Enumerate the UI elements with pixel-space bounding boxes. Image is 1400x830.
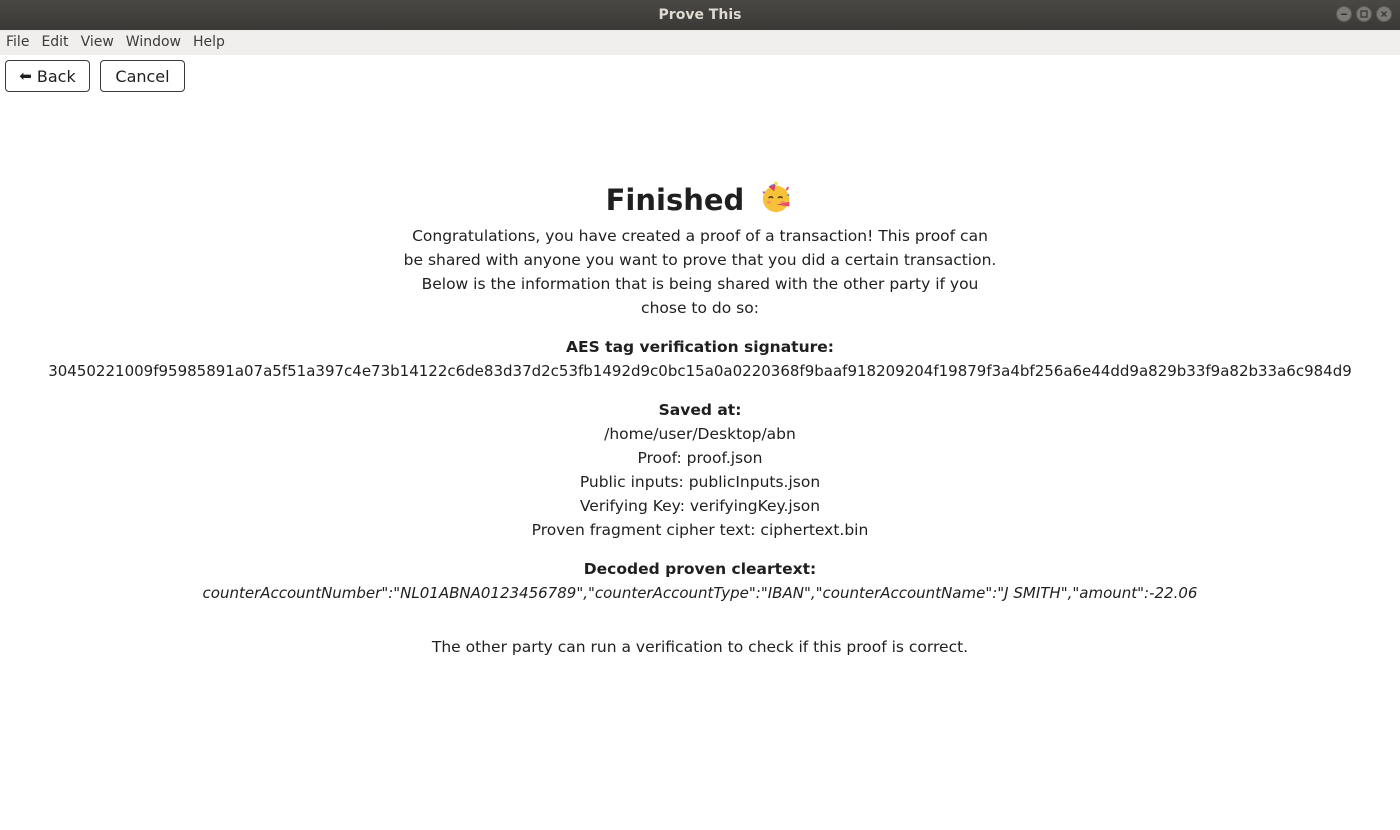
saved-section: Saved at: /home/user/Desktop/abn Proof: … [0,398,1400,542]
verification-note: The other party can run a verification t… [431,638,969,656]
menu-edit[interactable]: Edit [35,30,74,55]
minimize-button[interactable] [1336,6,1352,22]
signature-label: AES tag verification signature: [566,338,834,356]
party-face-icon [763,181,790,213]
page-title-text: Finished [605,183,745,217]
signature-value: 30450221009f95985891a07a5f51a397c4e73b14… [48,362,1352,380]
window-title: Prove This [658,7,742,23]
back-button[interactable]: ⬅ Back [5,60,90,92]
toolbar: ⬅ Back Cancel [0,55,1400,100]
menu-help[interactable]: Help [187,30,231,55]
signature-section: AES tag verification signature: 30450221… [0,335,1400,383]
cancel-button[interactable]: Cancel [100,60,185,92]
decoded-value: counterAccountNumber":"NL01ABNA012345678… [202,584,1198,602]
page-title: Finished [0,180,1400,220]
saved-verifying-key-file: Verifying Key: verifyingKey.json [579,497,821,515]
menu-bar: File Edit View Window Help [0,30,1400,55]
saved-ciphertext-file: Proven fragment cipher text: ciphertext.… [531,521,869,539]
finished-panel: Finished Congratulations, you have creat… [0,180,1400,659]
window-titlebar: Prove This [0,0,1400,30]
intro-text: Congratulations, you have created a proo… [403,227,997,317]
decoded-label: Decoded proven cleartext: [583,560,817,578]
maximize-button[interactable] [1356,6,1372,22]
minimize-icon [1341,13,1347,15]
cancel-button-label: Cancel [115,66,170,86]
saved-label: Saved at: [658,401,742,419]
saved-path: /home/user/Desktop/abn [604,425,796,443]
back-button-label: Back [36,66,76,86]
saved-proof-file: Proof: proof.json [637,449,763,467]
saved-public-inputs-file: Public inputs: publicInputs.json [579,473,821,491]
menu-window[interactable]: Window [120,30,187,55]
close-icon [1381,11,1387,17]
back-arrow-icon: ⬅ [19,67,32,85]
decoded-section: Decoded proven cleartext: counterAccount… [0,557,1400,605]
menu-view[interactable]: View [75,30,120,55]
window-controls [1336,6,1392,22]
maximize-icon [1360,10,1368,18]
menu-file[interactable]: File [0,30,35,55]
close-button[interactable] [1376,6,1392,22]
